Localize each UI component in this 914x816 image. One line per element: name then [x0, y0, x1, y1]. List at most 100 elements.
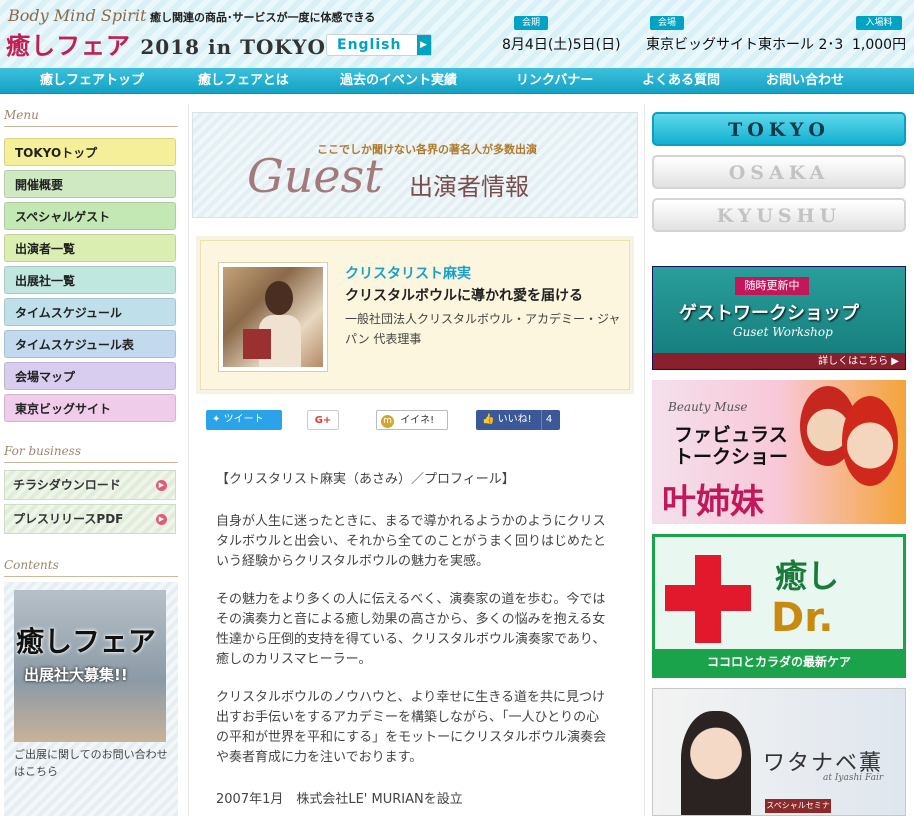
mixi-label: イイネ!: [400, 415, 435, 426]
divider: [4, 462, 178, 463]
city-tab-kyushu[interactable]: KYUSHU: [652, 198, 906, 232]
portrait-right: [842, 396, 898, 486]
workshop-title: ゲストワークショップ: [679, 303, 859, 324]
info-label-venue: 会場: [650, 16, 684, 30]
nav-about[interactable]: 癒しフェアとは: [198, 68, 289, 94]
play-arrow-icon: ▶: [417, 35, 431, 55]
page-title: 出演者情報: [409, 173, 529, 201]
nav-contact[interactable]: お問い合わせ: [766, 68, 844, 94]
city-tab-tokyo[interactable]: TOKYO: [652, 112, 906, 146]
english-button[interactable]: English ▶: [326, 34, 432, 56]
google-plus-button[interactable]: G+: [307, 410, 339, 430]
site-logo[interactable]: 癒しフェア 2018 in TOKYO: [6, 26, 326, 61]
menu-item-big-sight[interactable]: 東京ビッグサイト: [4, 394, 176, 422]
recruit-sub: 出展社大募集!!: [24, 666, 128, 684]
site-header: Body Mind Spirit 癒し関連の商品･サービスが一度に体感できる 癒…: [0, 0, 914, 68]
talkshow-title-line2: トークショー: [674, 446, 789, 468]
talkshow-title: ファビュラス トークショー: [674, 424, 788, 468]
bio-paragraph: クリスタルボウルのノウハウと、より幸せに生きる道を共に見つけ出すお手伝いをするア…: [216, 690, 607, 765]
performer-photo: [219, 263, 327, 371]
divider: [4, 126, 178, 127]
healing-doctor-banner[interactable]: 癒し Dr. ココロとカラダの最新ケア: [652, 534, 906, 678]
profile-card: クリスタリスト麻実 クリスタルボウルに導かれ愛を届ける 一般社団法人クリスタルボ…: [196, 236, 634, 394]
flyer-download-button[interactable]: チラシダウンロード ▶: [4, 470, 176, 500]
watanabe-sub: at Iyashi Fair: [823, 773, 884, 783]
photo-hair: [265, 281, 293, 315]
facebook-like-button[interactable]: 👍 いいね! 4: [476, 410, 560, 430]
column-separator: [644, 104, 645, 816]
menu-item-schedule-table[interactable]: タイムスケジュール表: [4, 330, 176, 358]
guest-banner: ここでしか聞けない各界の著名人が多数出演 Guest 出演者情報: [192, 112, 638, 218]
tweet-button[interactable]: ✦ ツイート: [206, 410, 282, 430]
talkshow-title-line1: ファビュラス: [674, 424, 788, 446]
bio-heading: 【クリスタリスト麻実（あさみ）／プロフィール】: [216, 472, 515, 487]
divider: [4, 576, 178, 577]
bio-paragraph: その魅力をより多くの人に伝えるべく、演奏家の道を歩む。今ではその演奏力と音による…: [216, 592, 606, 667]
doctor-caption: ココロとカラダの最新ケア: [655, 649, 903, 675]
red-cross-icon: [665, 585, 751, 611]
bio-history: 2007年1月 株式会社LE' MURIANを設立: [216, 792, 463, 807]
right-sidebar: TOKYO OSAKA KYUSHU 随時更新中 ゲストワークショップ Guse…: [652, 112, 906, 816]
workshop-banner[interactable]: 随時更新中 ゲストワークショップ Guset Workshop 詳しくはこちら …: [652, 266, 906, 370]
fb-like-count: 4: [540, 410, 552, 430]
menu-item-tokyo-top[interactable]: TOKYOトップ: [4, 138, 176, 166]
info-value-venue: 東京ビッグサイト東ホール 2･3: [646, 37, 844, 53]
city-tab-osaka[interactable]: OSAKA: [652, 155, 906, 189]
workshop-sub: Guset Workshop: [733, 325, 833, 339]
performer-name: クリスタリスト麻実: [345, 266, 471, 282]
workshop-more-link[interactable]: 詳しくはこちら ▶: [653, 353, 905, 369]
menu-heading: Menu: [4, 108, 39, 122]
nav-link-banner[interactable]: リンクバナー: [516, 68, 593, 94]
recruit-inquiry-link[interactable]: ご出展に関してのお問い合わせはこちら: [14, 746, 170, 780]
performer-organization: 一般社団法人クリスタルボウル・アカデミー・ジャパン 代表理事: [345, 312, 621, 346]
contents-box: 癒しフェア 出展社大募集!! ご出展に関してのお問い合わせはこちら: [4, 582, 178, 816]
column-separator: [188, 104, 189, 816]
menu-item-schedule[interactable]: タイムスケジュール: [4, 298, 176, 326]
mixi-icon: m: [381, 415, 394, 428]
logo-main: 癒しフェア: [6, 31, 131, 60]
arrow-circle-icon: ▶: [156, 514, 167, 525]
nav-history[interactable]: 過去のイベント実績: [340, 68, 457, 94]
brand-tag: Body Mind Spirit: [8, 6, 147, 25]
info-label-fee: 入場料: [856, 16, 902, 30]
recruit-title: 癒しフェア: [16, 625, 157, 658]
logo-year: 2018 in TOKYO: [140, 35, 326, 59]
main-content: ここでしか聞けない各界の著名人が多数出演 Guest 出演者情報 クリスタリスト…: [192, 112, 638, 816]
nav-faq[interactable]: よくある質問: [642, 68, 720, 94]
doctor-dr: Dr.: [771, 595, 834, 641]
flyer-download-label: チラシダウンロード: [13, 478, 121, 492]
bio-paragraph: 自身が人生に迷ったときに、まるで導かれるようかのようにクリスタルボウルと出会い、…: [216, 514, 607, 569]
nav-top[interactable]: 癒しフェアトップ: [40, 68, 144, 94]
arrow-circle-icon: ▶: [156, 480, 167, 491]
info-label-period: 会期: [514, 16, 548, 30]
kano-sisters-banner[interactable]: Beauty Muse ファビュラス トークショー 叶姉妹: [652, 380, 906, 524]
mixi-button[interactable]: m イイネ!: [376, 410, 448, 430]
performer-catchphrase: クリスタルボウルに導かれ愛を届ける: [345, 288, 583, 304]
menu-item-special-guest[interactable]: スペシャルゲスト: [4, 202, 176, 230]
contents-heading: Contents: [4, 558, 59, 572]
menu-item-overview[interactable]: 開催概要: [4, 170, 176, 198]
menu-item-exhibitors[interactable]: 出展社一覧: [4, 266, 176, 294]
press-release-label: プレスリリースPDF: [13, 512, 124, 526]
menu-item-venue-map[interactable]: 会場マップ: [4, 362, 176, 390]
photo-gift: [243, 329, 271, 359]
banner-word: Guest: [247, 149, 383, 203]
doctor-title: 癒し: [775, 557, 840, 595]
exhibitor-recruit-banner[interactable]: 癒しフェア 出展社大募集!!: [14, 590, 166, 742]
seminar-badge: スペシャルセミナー: [765, 799, 831, 813]
left-sidebar: Menu TOKYOトップ 開催概要 スペシャルゲスト 出演者一覧 出展社一覧 …: [0, 104, 186, 816]
menu-item-performers[interactable]: 出演者一覧: [4, 234, 176, 262]
twitter-bird-icon: ✦: [212, 414, 221, 425]
global-nav: 癒しフェアトップ 癒しフェアとは 過去のイベント実績 リンクバナー よくある質問…: [0, 68, 914, 94]
beauty-muse-label: Beauty Muse: [668, 400, 748, 414]
english-label: English: [337, 37, 402, 53]
watanabe-seminar-banner[interactable]: ワタナベ薫 at Iyashi Fair スペシャルセミナー: [652, 688, 906, 816]
brand-tagline: 癒し関連の商品･サービスが一度に体感できる: [150, 11, 376, 24]
update-badge: 随時更新中: [735, 277, 809, 295]
tweet-label: ツイート: [223, 414, 264, 425]
info-value-fee: 1,000円: [852, 37, 907, 53]
info-value-period: 8月4日(土)5日(日): [502, 37, 621, 53]
kano-name: 叶姉妹: [662, 482, 764, 522]
fb-like-label: いいね!: [497, 414, 532, 425]
press-release-button[interactable]: プレスリリースPDF ▶: [4, 504, 176, 534]
